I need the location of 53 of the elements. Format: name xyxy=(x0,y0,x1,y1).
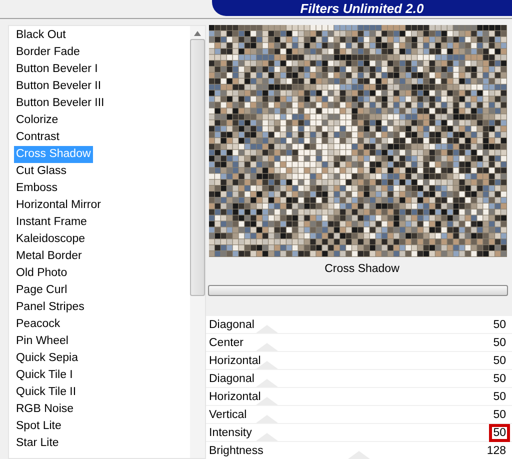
banner-title: Filters Unlimited 2.0 xyxy=(212,0,512,16)
parameter-value: 50 xyxy=(492,372,507,384)
filter-item[interactable]: Pin Wheel xyxy=(14,333,70,350)
filter-item[interactable]: Star Lite xyxy=(14,435,61,452)
filter-item[interactable]: Quick Tile II xyxy=(14,384,78,401)
filter-item[interactable]: Horizontal Mirror xyxy=(14,197,103,214)
scroll-thumb[interactable] xyxy=(190,39,205,296)
filter-item[interactable]: Kaleidoscope xyxy=(14,231,88,248)
parameter-slider[interactable]: Horizontal 50 xyxy=(206,352,512,369)
filter-item[interactable]: Old Photo xyxy=(14,265,70,282)
parameter-slider[interactable]: Brightness 128 xyxy=(206,442,512,459)
filter-item[interactable]: Button Beveler I xyxy=(14,61,100,78)
parameter-label: Diagonal xyxy=(209,372,254,384)
parameter-value: 50 xyxy=(492,354,507,366)
filter-item[interactable]: Metal Border xyxy=(14,248,84,265)
parameter-slider[interactable]: Diagonal 50 xyxy=(206,370,512,387)
parameter-label: Diagonal xyxy=(209,318,254,330)
preview-caption: Cross Shadow xyxy=(324,263,400,277)
filter-item[interactable]: Quick Tile I xyxy=(14,367,75,384)
filter-item[interactable]: Peacock xyxy=(14,316,62,333)
parameter-label: Horizontal xyxy=(209,354,261,366)
filter-item[interactable]: Spot Lite xyxy=(14,418,64,435)
parameter-value: 50 xyxy=(492,408,507,420)
parameter-slider[interactable]: Horizontal 50 xyxy=(206,388,512,405)
parameter-slider[interactable]: Vertical 50 xyxy=(206,406,512,423)
parameter-slider[interactable]: Center 50 xyxy=(206,334,512,351)
filter-item[interactable]: Black Out xyxy=(14,27,68,44)
parameter-slider[interactable]: Intensity 50 xyxy=(206,424,512,441)
scroll-up-icon[interactable] xyxy=(194,31,201,36)
parameter-label: Vertical xyxy=(209,408,247,420)
filter-item[interactable]: Cut Glass xyxy=(14,163,68,180)
filter-item[interactable]: Button Beveler III xyxy=(14,95,106,112)
filter-item[interactable]: Colorize xyxy=(14,112,60,129)
filter-item[interactable]: Instant Frame xyxy=(14,214,89,231)
parameter-slider[interactable]: Diagonal 50 xyxy=(206,316,512,333)
filter-item[interactable]: Panel Stripes xyxy=(14,299,86,316)
filter-item[interactable]: Quick Sepia xyxy=(14,350,80,367)
scrollbar[interactable] xyxy=(190,26,205,458)
parameter-label: Intensity xyxy=(209,426,252,438)
filter-item[interactable]: Contrast xyxy=(14,129,62,146)
parameter-value: 50 xyxy=(492,426,507,438)
parameter-label: Horizontal xyxy=(209,390,261,402)
parameter-value: 50 xyxy=(492,390,507,402)
filter-item[interactable]: Button Beveler II xyxy=(14,78,104,95)
parameter-value: 50 xyxy=(492,318,507,330)
parameter-label: Brightness xyxy=(209,444,264,456)
parameter-value: 50 xyxy=(492,336,507,348)
parameter-value: 128 xyxy=(486,444,507,456)
parameter-label: Center xyxy=(209,336,244,348)
filter-item[interactable]: Page Curl xyxy=(14,282,70,299)
filter-item[interactable]: Emboss xyxy=(14,180,60,197)
filter-item[interactable]: Border Fade xyxy=(14,44,82,61)
filter-item[interactable]: RGB Noise xyxy=(14,401,76,418)
